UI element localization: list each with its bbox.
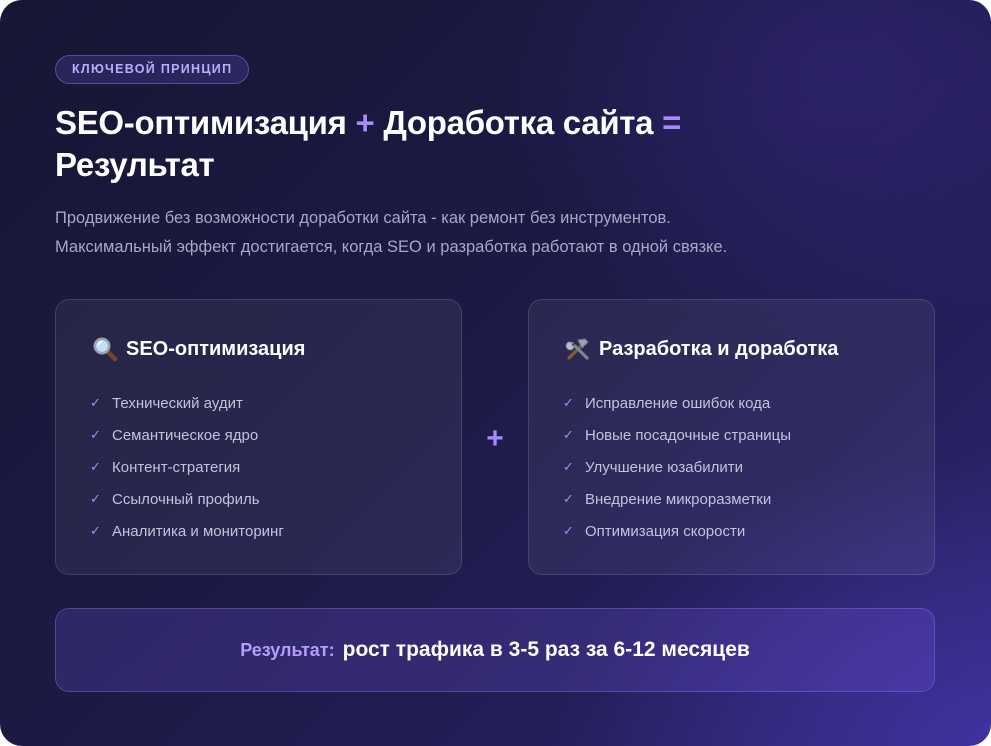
seo-items-list: ✓ Технический аудит ✓ Семантическое ядро ✓… — [90, 387, 284, 547]
list-item-label: Аналитика и мониторинг — [112, 522, 284, 540]
key-principle-badge: КЛЮЧЕВОЙ ПРИНЦИП — [55, 55, 250, 84]
list-item: ✓ Оптимизация скорости — [563, 515, 791, 547]
list-item: ✓ Исправление ошибок кода — [563, 387, 791, 419]
dev-panel-header: Разработка и доработка — [565, 336, 838, 362]
list-item-label: Исправление ошибок кода — [585, 394, 771, 412]
title-part-result: Результат — [55, 146, 215, 183]
title-part-seo: SEO-оптимизация — [55, 104, 347, 141]
seo-panel-title: SEO-оптимизация — [126, 337, 306, 360]
dev-panel: Разработка и доработка ✓ Исправление ошиб… — [528, 299, 935, 575]
list-item: ✓ Ссылочный профиль — [90, 483, 284, 515]
list-item-label: Семантическое ядро — [112, 426, 259, 444]
title-part-dev: Доработка сайта — [383, 104, 654, 141]
check-icon: ✓ — [90, 395, 101, 410]
check-icon: ✓ — [563, 523, 574, 538]
result-label: Результат: — [240, 639, 335, 660]
check-icon: ✓ — [563, 427, 574, 442]
list-item-label: Технический аудит — [112, 394, 243, 412]
check-icon: ✓ — [90, 459, 101, 474]
list-item-label: Улучшение юзабилити — [585, 458, 743, 476]
title-plus: + — [355, 104, 375, 141]
subtitle-line-1: Продвижение без возможности доработки са… — [55, 209, 671, 227]
check-icon: ✓ — [90, 491, 101, 506]
result-banner: Результат: рост трафика в 3-5 раз за 6-1… — [55, 608, 935, 692]
list-item: ✓ Улучшение юзабилити — [563, 451, 791, 483]
list-item: ✓ Технический аудит — [90, 387, 284, 419]
list-item-label: Оптимизация скорости — [585, 522, 746, 540]
magnifier-icon — [93, 337, 118, 362]
dev-panel-title: Разработка и доработка — [599, 337, 839, 360]
list-item-label: Контент-стратегия — [112, 458, 241, 476]
list-item-label: Внедрение микроразметки — [585, 490, 772, 508]
list-item: ✓ Семантическое ядро — [90, 419, 284, 451]
principle-card: КЛЮЧЕВОЙ ПРИНЦИП SEO-оптимизация + Дораб… — [0, 0, 991, 746]
list-item: ✓ Аналитика и мониторинг — [90, 515, 284, 547]
title-equals: = — [662, 104, 682, 141]
list-item: ✓ Новые посадочные страницы — [563, 419, 791, 451]
page-subtitle: Продвижение без возможности доработки са… — [55, 204, 935, 262]
page-title: SEO-оптимизация + Доработка сайта = Резу… — [55, 102, 915, 186]
check-icon: ✓ — [563, 491, 574, 506]
list-item: ✓ Контент-стратегия — [90, 451, 284, 483]
result-value: рост трафика в 3-5 раз за 6-12 месяцев — [342, 638, 750, 661]
check-icon: ✓ — [90, 523, 101, 538]
check-icon: ✓ — [90, 427, 101, 442]
seo-panel: SEO-оптимизация ✓ Технический аудит ✓ Сема… — [55, 299, 462, 575]
subtitle-line-2: Максимальный эффект достигается, когда S… — [55, 238, 728, 256]
list-item: ✓ Внедрение микроразметки — [563, 483, 791, 515]
check-icon: ✓ — [563, 459, 574, 474]
tools-icon — [565, 338, 589, 360]
seo-panel-header: SEO-оптимизация — [92, 336, 305, 362]
list-item-label: Новые посадочные страницы — [585, 426, 791, 444]
dev-items-list: ✓ Исправление ошибок кода ✓ Новые посадочн… — [563, 387, 791, 547]
plus-sign: + — [486, 422, 504, 455]
check-icon: ✓ — [563, 395, 574, 410]
list-item-label: Ссылочный профиль — [112, 490, 260, 508]
